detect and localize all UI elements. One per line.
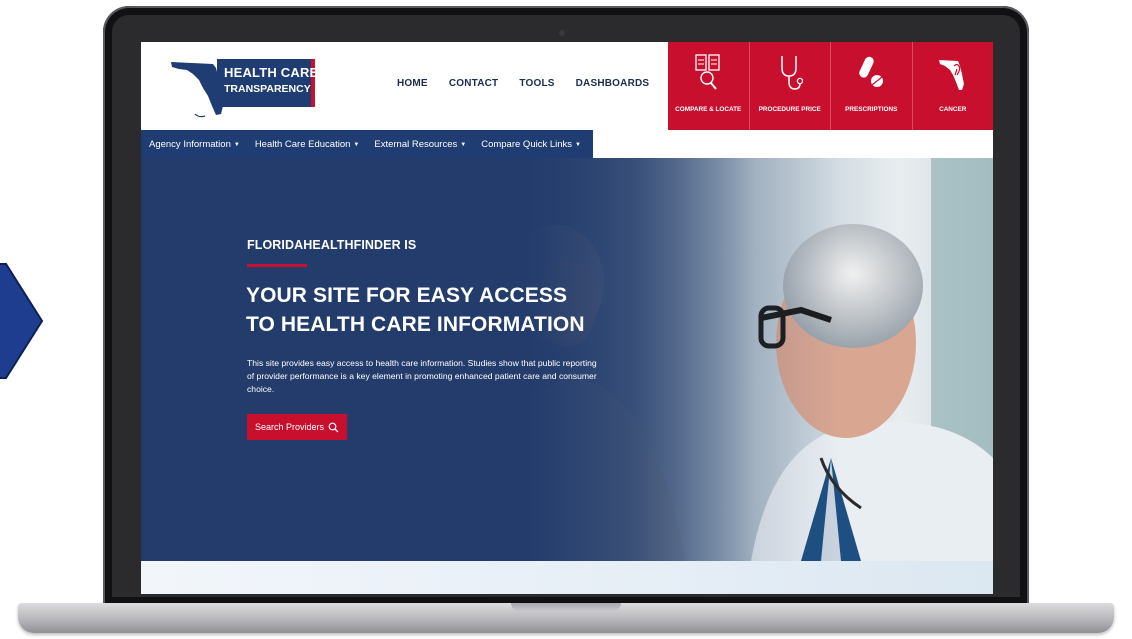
caret-down-icon: ▼ [460, 141, 467, 148]
subnav-compare-quick-links[interactable]: Compare Quick Links ▼ [473, 139, 588, 150]
subnav-label: Health Care Education [254, 138, 351, 150]
hero-headline-line-2: TO HEALTH CARE INFORMATION [246, 313, 585, 336]
hero-kicker: FLORIDAHEALTHFINDER IS [247, 238, 417, 252]
subnav-health-care-education[interactable]: Health Care Education ▼ [247, 139, 367, 150]
quick-links-bar: COMPARE & LOCATE PROCEDURE PRICE PRESCRI… [668, 42, 993, 130]
quick-link-procedure-price[interactable]: PROCEDURE PRICE [750, 42, 831, 130]
search-icon [328, 422, 339, 432]
hero-banner: FLORIDAHEALTHFINDER IS YOUR SITE FOR EAS… [141, 158, 993, 561]
caret-down-icon: ▼ [575, 141, 581, 148]
sub-nav: Agency Information ▼ Health Care Educatio… [141, 130, 593, 158]
laptop-screen: HEALTH CARE TRANSPARENCY HOME CONTACT TO… [141, 42, 993, 594]
subnav-label: Agency Information [149, 138, 231, 150]
quick-link-label: COMPARE & LOCATE [675, 106, 742, 113]
nav-tools[interactable]: TOOLS [519, 78, 554, 89]
compare-locate-icon [695, 54, 720, 90]
quick-link-label: PRESCRIPTIONS [845, 106, 898, 113]
logo-line-2: TRANSPARENCY [224, 83, 311, 95]
subnav-label: Compare Quick Links [481, 138, 573, 150]
search-providers-button[interactable]: Search Providers [247, 414, 348, 440]
quick-link-label: CANCER [939, 106, 967, 113]
quick-link-cancer[interactable]: CANCER [913, 42, 994, 130]
site-logo[interactable]: HEALTH CARE TRANSPARENCY [169, 56, 319, 118]
chevron-right-icon [0, 263, 44, 379]
subnav-spacer [593, 130, 993, 158]
laptop-base [18, 603, 1114, 633]
subnav-agency-information[interactable]: Agency Information ▼ [141, 139, 247, 150]
nav-home[interactable]: HOME [397, 78, 428, 89]
hero-headline-line-1: YOUR SITE FOR EASY ACCESS [246, 284, 568, 307]
pill-icon [859, 56, 884, 87]
caret-down-icon: ▼ [353, 141, 360, 148]
stethoscope-icon [781, 56, 803, 90]
quick-link-prescriptions[interactable]: PRESCRIPTIONS [831, 42, 913, 130]
quick-link-compare-locate[interactable]: COMPARE & LOCATE [668, 42, 750, 130]
stage: HEALTH CARE TRANSPARENCY HOME CONTACT TO… [0, 0, 1132, 639]
subnav-external-resources[interactable]: External Resources ▼ [366, 139, 473, 150]
caret-down-icon: ▼ [233, 141, 240, 148]
hero-description: This site provides easy access to health… [247, 358, 597, 395]
search-providers-label: Search Providers [255, 422, 325, 432]
nav-contact[interactable]: CONTACT [449, 78, 499, 89]
content-strip [141, 561, 993, 594]
site-header: HEALTH CARE TRANSPARENCY HOME CONTACT TO… [141, 42, 993, 130]
hero-headline: YOUR SITE FOR EASY ACCESS TO HEALTH CARE… [246, 281, 585, 339]
subnav-label: External Resources [374, 138, 458, 150]
hero-divider [247, 264, 307, 267]
logo-line-1: HEALTH CARE [224, 65, 319, 80]
florida-ribbon-icon [938, 60, 964, 90]
nav-dashboards[interactable]: DASHBOARDS [576, 78, 650, 89]
laptop-notch [511, 603, 621, 611]
top-nav: HOME CONTACT TOOLS DASHBOARDS [397, 78, 649, 89]
quick-link-label: PROCEDURE PRICE [758, 106, 821, 113]
camera-icon [559, 30, 565, 36]
